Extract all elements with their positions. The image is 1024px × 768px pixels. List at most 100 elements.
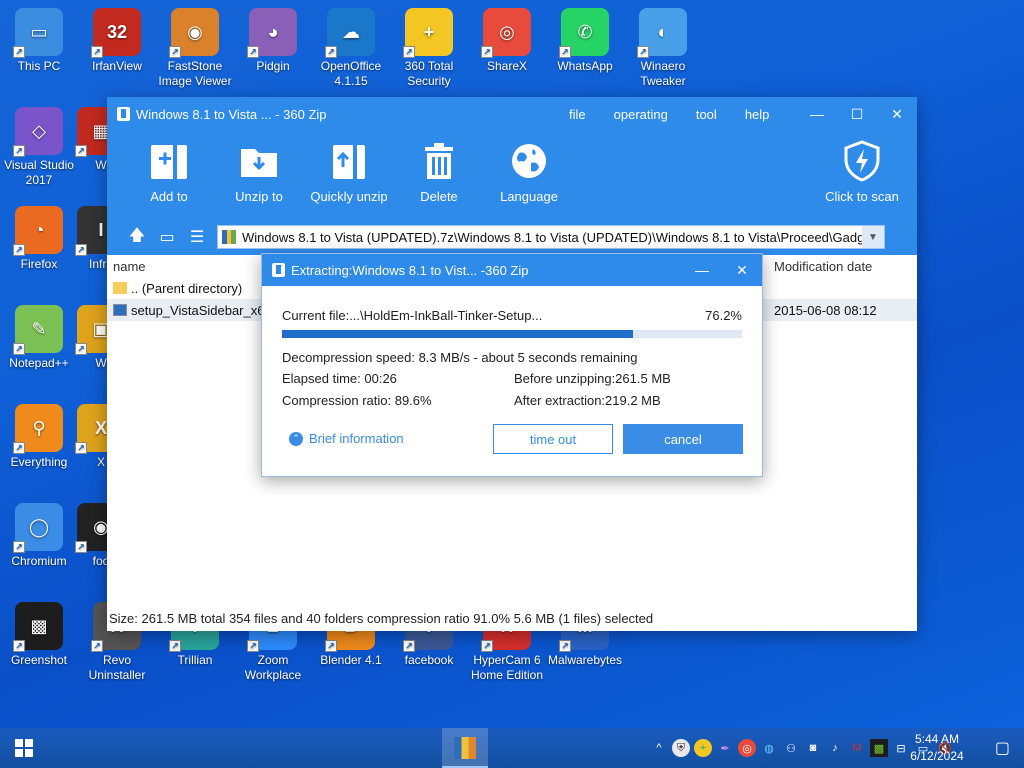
elapsed-time: Elapsed time: 00:26: [282, 371, 397, 386]
path-field[interactable]: Windows 8.1 to Vista (UPDATED).7z\Window…: [217, 225, 885, 249]
desktop-icon-label: HyperCam 6 Home Edition: [470, 653, 544, 682]
shortcut-arrow-icon: ↗: [403, 46, 415, 58]
speaker-tray-icon[interactable]: ♪: [826, 739, 844, 757]
app-icon: ◉ ↗: [169, 8, 219, 58]
start-button[interactable]: [0, 728, 48, 768]
desktop-icon[interactable]: ▭ ↗ This PC: [0, 8, 78, 74]
desktop-icon[interactable]: ✆ ↗ WhatsApp: [546, 8, 624, 74]
dialog-minimize-button[interactable]: —: [682, 254, 722, 286]
list-view-icon[interactable]: ☰: [183, 225, 211, 249]
360-tray-icon[interactable]: +: [694, 739, 712, 757]
360zip-logo-icon: [117, 107, 130, 121]
app-icon: + ↗: [403, 8, 453, 58]
desktop-icon[interactable]: 32 ↗ IrfanView: [78, 8, 156, 74]
shortcut-arrow-icon: ↗: [481, 640, 493, 652]
globe-tray-icon[interactable]: ◍: [760, 739, 778, 757]
feather-tray-icon[interactable]: ✒: [716, 739, 734, 757]
menu-tool[interactable]: tool: [696, 107, 717, 122]
sharex-tray-icon[interactable]: ◎: [738, 739, 756, 757]
dialog-titlebar[interactable]: Extracting:Windows 8.1 to Vist... -360 Z…: [262, 254, 762, 286]
timeout-button[interactable]: time out: [493, 424, 613, 454]
app-icon: ◔ ↗: [13, 206, 63, 256]
desktop-icon-label: Revo Uninstaller: [88, 653, 146, 682]
group-tray-icon[interactable]: ⚇: [782, 739, 800, 757]
add-archive-icon: [151, 145, 187, 179]
before-unzipping: Before unzipping:261.5 MB: [514, 371, 671, 386]
brief-info-toggle[interactable]: ⌃ Brief information: [289, 431, 404, 446]
thumbnail-view-icon[interactable]: ▭: [153, 225, 181, 249]
shortcut-arrow-icon: ↗: [13, 640, 25, 652]
maximize-button[interactable]: ☐: [837, 97, 877, 131]
desktop-icon[interactable]: ◕ ↗ Pidgin: [234, 8, 312, 74]
delete-button[interactable]: Delete: [399, 139, 479, 204]
desktop-icon-label: OpenOffice 4.1.15: [320, 59, 382, 88]
up-arrow-icon[interactable]: 🡅: [123, 225, 151, 249]
clock-time: 5:44 AM: [914, 732, 960, 746]
shortcut-arrow-icon: ↗: [325, 46, 337, 58]
path-dropdown-icon[interactable]: ▼: [862, 226, 884, 248]
language-button[interactable]: Language: [489, 139, 569, 204]
desktop-icon[interactable]: ◎ ↗ ShareX: [468, 8, 546, 74]
desktop-icon-label: facebook: [404, 653, 454, 667]
column-modified[interactable]: Modification date: [774, 259, 872, 274]
status-text: Size: 261.5 MB total 354 files and 40 fo…: [109, 610, 654, 626]
desktop-icon-label: Blender 4.1: [320, 653, 382, 667]
delete-label: Delete: [420, 189, 458, 204]
app-icon: ◯ ↗: [13, 503, 63, 553]
toolbar: Add to Unzip to Quickly unzip Delete Lan…: [107, 131, 917, 219]
quickly-unzip-button[interactable]: Quickly unzip: [309, 139, 389, 204]
malware-tray-icon[interactable]: M: [848, 739, 866, 757]
app-icon: ✎ ↗: [13, 305, 63, 355]
shortcut-arrow-icon: ↗: [91, 46, 103, 58]
progress-bar: [282, 330, 742, 338]
desktop-icon-label: Chromium: [11, 554, 67, 568]
desktop-icon-label: W: [95, 158, 107, 172]
shield-tray-icon[interactable]: ⛨: [672, 739, 690, 757]
brief-info-label: Brief information: [309, 431, 404, 446]
dialog-close-button[interactable]: ✕: [722, 254, 762, 286]
unzip-to-button[interactable]: Unzip to: [219, 139, 299, 204]
after-extraction: After extraction:219.2 MB: [514, 393, 661, 408]
desktop-icon-label: W: [95, 356, 107, 370]
notification-icon[interactable]: ▢: [995, 738, 1010, 758]
shortcut-arrow-icon: ↗: [75, 244, 87, 256]
cancel-button[interactable]: cancel: [623, 424, 743, 454]
desktop-icon-label: ShareX: [486, 59, 528, 73]
app-icon: ▭ ↗: [13, 8, 63, 58]
greenshot-tray-icon[interactable]: ▩: [870, 739, 888, 757]
menu-help[interactable]: help: [745, 107, 770, 122]
shortcut-arrow-icon: ↗: [169, 46, 181, 58]
installer-icon: [113, 304, 127, 316]
menu-file[interactable]: file: [569, 107, 586, 122]
taskbar-360zip-button[interactable]: [442, 728, 488, 768]
clock[interactable]: 5:44 AM 6/12/2024: [902, 731, 972, 765]
desktop-icon-label: Malwarebytes: [547, 653, 623, 667]
desktop-icon[interactable]: + ↗ 360 Total Security: [390, 8, 468, 89]
progress-percent: 76.2%: [705, 307, 742, 323]
scan-button[interactable]: Click to scan: [817, 139, 907, 204]
quickly-unzip-label: Quickly unzip: [310, 189, 388, 204]
shortcut-arrow-icon: ↗: [13, 244, 25, 256]
shortcut-arrow-icon: ↗: [75, 145, 87, 157]
desktop-icon[interactable]: ◐ ↗ Winaero Tweaker: [624, 8, 702, 89]
minimize-button[interactable]: —: [797, 97, 837, 131]
scan-label: Click to scan: [825, 189, 899, 204]
chevron-up-icon[interactable]: ^: [650, 739, 668, 757]
camera-tray-icon[interactable]: ◙: [804, 739, 822, 757]
folder-icon: [113, 282, 127, 294]
decompression-speed: Decompression speed: 8.3 MB/s - about 5 …: [282, 349, 638, 365]
desktop-icon-label: Greenshot: [10, 653, 68, 667]
menu-operating[interactable]: operating: [614, 107, 668, 122]
add-to-button[interactable]: Add to: [129, 139, 209, 204]
desktop-icon[interactable]: ☁ ↗ OpenOffice 4.1.15: [312, 8, 390, 89]
desktop-icon-label: Notepad++: [9, 356, 69, 370]
desktop-icon-label: IrfanView: [92, 59, 142, 73]
column-name[interactable]: name: [113, 259, 146, 274]
shortcut-arrow-icon: ↗: [637, 46, 649, 58]
close-button[interactable]: ✕: [877, 97, 917, 131]
shortcut-arrow-icon: ↗: [75, 541, 87, 553]
desktop-icon[interactable]: ▩ ↗ Greenshot: [0, 602, 78, 668]
window-titlebar[interactable]: Windows 8.1 to Vista ... - 360 Zip file …: [107, 97, 917, 131]
chevron-up-icon: ⌃: [289, 431, 303, 446]
desktop-icon[interactable]: ◉ ↗ FastStone Image Viewer: [156, 8, 234, 89]
